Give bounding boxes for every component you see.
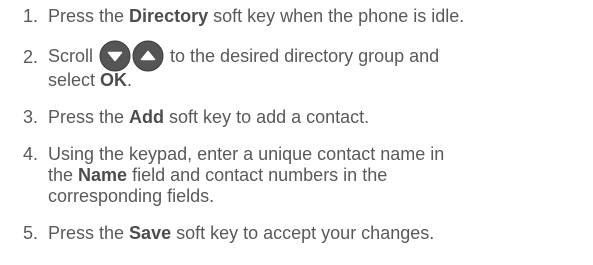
step-text: soft key when the phone is idle. bbox=[208, 6, 465, 26]
step-2-line-2: select OK. bbox=[48, 70, 588, 91]
step-text: field and contact numbers in the bbox=[127, 165, 388, 185]
step-number: 4. bbox=[23, 144, 39, 164]
step-text: Press the bbox=[48, 107, 130, 127]
step-5: 5. Press the Save soft key to accept you… bbox=[23, 223, 588, 244]
step-4-line-1: Using the keypad, enter a unique contact… bbox=[48, 144, 445, 164]
save-softkey-label: Save bbox=[129, 223, 172, 243]
scroll-buttons bbox=[99, 40, 164, 72]
name-field-label: Name bbox=[78, 165, 128, 185]
step-text: soft key to add a contact. bbox=[164, 107, 370, 127]
step-text: Press the bbox=[48, 223, 130, 243]
down-arrow-icon bbox=[99, 40, 131, 72]
step-4: 4. Using the keypad, enter a unique cont… bbox=[23, 144, 588, 207]
up-arrow-icon bbox=[132, 40, 164, 72]
step-text: the bbox=[48, 165, 79, 185]
step-2-line-1: 2. Scroll to the desired directory group… bbox=[23, 40, 588, 72]
instruction-list: 1. Press the Directory soft key when the… bbox=[23, 6, 588, 244]
step-number: 5. bbox=[23, 223, 39, 243]
step-number: 1. bbox=[23, 6, 39, 26]
step-text: . bbox=[127, 70, 133, 90]
add-softkey-label: Add bbox=[129, 107, 165, 127]
step-text: to the desired directory group and bbox=[170, 45, 440, 66]
step-number: 3. bbox=[23, 107, 39, 127]
step-1: 1. Press the Directory soft key when the… bbox=[23, 6, 588, 27]
step-4-line-2: the Name field and contact numbers in th… bbox=[48, 165, 588, 186]
step-2: 2. Scroll to the desired directory group… bbox=[23, 40, 588, 91]
step-text: soft key to accept your changes. bbox=[171, 223, 435, 243]
step-number: 2. bbox=[23, 47, 39, 67]
step-3: 3. Press the Add soft key to add a conta… bbox=[23, 107, 588, 128]
directory-softkey-label: Directory bbox=[129, 6, 209, 26]
ok-label: OK bbox=[100, 70, 128, 90]
step-4-line-3: corresponding fields. bbox=[48, 186, 215, 206]
step-text: Press the bbox=[48, 6, 130, 26]
step-text: Scroll bbox=[48, 45, 94, 66]
step-text: select bbox=[48, 70, 101, 90]
